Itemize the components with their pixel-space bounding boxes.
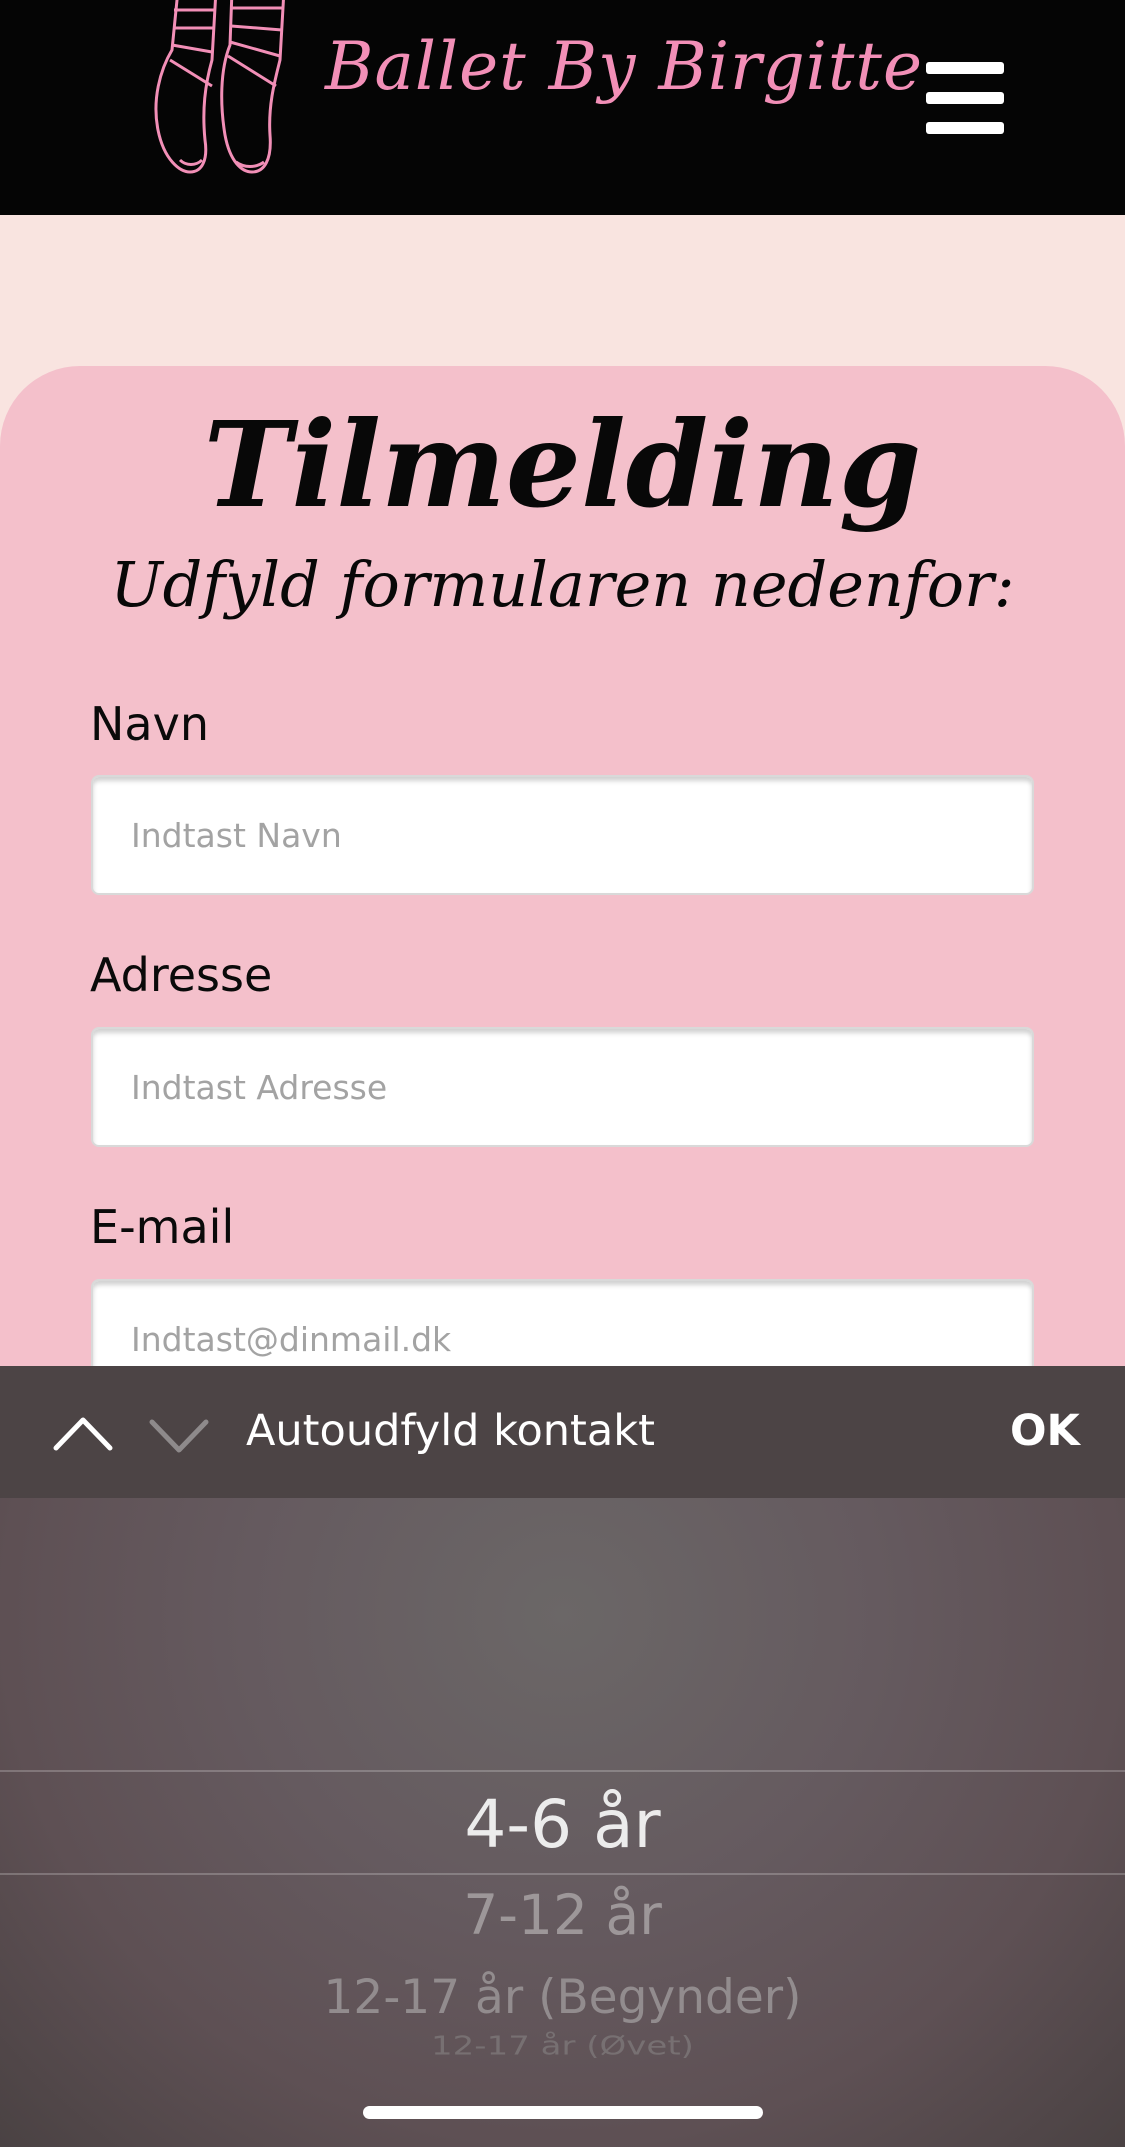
autofill-contact-button[interactable]: Autoudfyld kontakt bbox=[246, 1406, 655, 1456]
age-group-picker[interactable]: 4-6 år 7-12 år 12-17 år (Begynder) 12-17… bbox=[0, 1498, 1125, 2147]
site-header: Ballet By Birgitte bbox=[0, 0, 1125, 215]
chevron-up-icon[interactable] bbox=[50, 1404, 116, 1464]
menu-bar bbox=[926, 62, 1004, 74]
pointe-shoes-icon bbox=[154, 0, 285, 174]
picker-selection-top-line bbox=[0, 1770, 1125, 1772]
page-subtitle: Udfyld formularen nedenfor: bbox=[110, 548, 1015, 621]
page-title: Tilmelding bbox=[203, 395, 922, 534]
picker-selection-bottom-line bbox=[0, 1873, 1125, 1875]
picker-option[interactable]: 12-17 år (Øvet) bbox=[0, 2031, 1125, 2061]
picker-option[interactable]: 12-17 år (Begynder) bbox=[0, 1970, 1125, 2025]
ok-button[interactable]: OK bbox=[1010, 1406, 1080, 1456]
menu-bar bbox=[926, 92, 1004, 104]
address-field[interactable] bbox=[91, 1027, 1034, 1147]
picker-option-selected[interactable]: 4-6 år bbox=[0, 1786, 1125, 1863]
home-indicator[interactable] bbox=[363, 2106, 763, 2119]
address-label: Adresse bbox=[90, 948, 273, 1002]
brand-name[interactable]: Ballet By Birgitte bbox=[325, 28, 923, 105]
keyboard-accessory-bar: Autoudfyld kontakt OK bbox=[0, 1366, 1125, 1498]
picker-option[interactable]: 7-12 år bbox=[0, 1883, 1125, 1947]
name-field[interactable] bbox=[91, 775, 1034, 895]
name-label: Navn bbox=[90, 697, 209, 751]
chevron-down-icon[interactable] bbox=[146, 1404, 212, 1464]
email-label: E-mail bbox=[90, 1200, 235, 1254]
menu-bar bbox=[926, 122, 1004, 134]
hamburger-menu-icon[interactable] bbox=[920, 58, 1010, 138]
